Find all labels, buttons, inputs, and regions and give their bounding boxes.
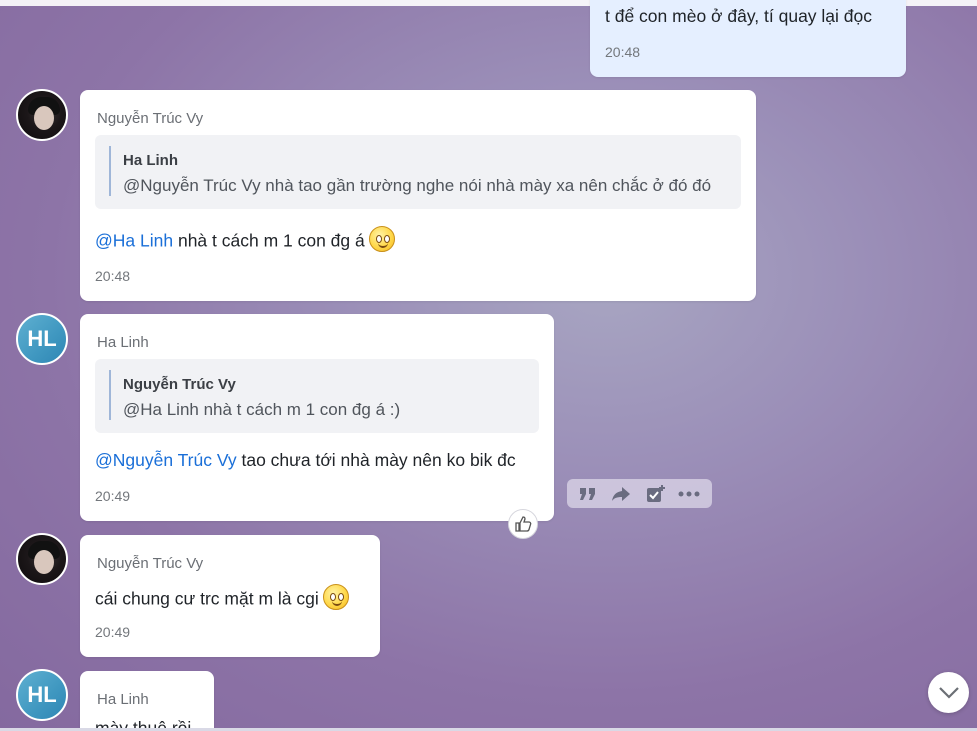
mention-link[interactable]: @Nguyễn Trúc Vy [95, 450, 237, 470]
message-bubble[interactable]: Ha Linh mày thuê rồi [80, 671, 214, 731]
quote-icon[interactable] [575, 482, 601, 505]
quote-text: @Ha Linh nhà t cách m 1 con đg á :) [123, 400, 401, 419]
message-time: 20:48 [605, 44, 641, 60]
message-bubble[interactable]: Nguyễn Trúc Vy Ha Linh @Nguyễn Trúc Vy n… [80, 90, 756, 301]
avatar-ha-linh[interactable]: HL [16, 313, 68, 365]
message-text: cái chung cư trc mặt m là cgi [95, 588, 319, 609]
add-task-icon[interactable] [643, 482, 669, 505]
avatar-ha-linh[interactable]: HL [16, 669, 68, 721]
message-time: 20:49 [95, 488, 131, 504]
message-time: 20:49 [95, 624, 131, 640]
message-content: cái chung cư trc mặt m là cgi [95, 584, 349, 613]
mention-link[interactable]: @Ha Linh [95, 231, 173, 251]
quote-text: @Nguyễn Trúc Vy nhà tao gần trường nghe … [123, 176, 712, 195]
message-content: @Ha Linh nhà t cách m 1 con đg á [95, 226, 395, 255]
message-text: tao chưa tới nhà mày nên ko bik đc [236, 450, 516, 470]
quote-author: Nguyễn Trúc Vy [123, 376, 236, 393]
quote-author: Ha Linh [123, 152, 178, 169]
sender-name: Nguyễn Trúc Vy [97, 555, 204, 572]
quote-bar [109, 370, 111, 420]
quote-bar [109, 146, 111, 196]
sender-name: Nguyễn Trúc Vy [97, 110, 204, 127]
forward-icon[interactable] [608, 482, 634, 505]
sender-name: Ha Linh [97, 691, 149, 708]
message-text: nhà t cách m 1 con đg á [173, 230, 365, 251]
message-text: t để con mèo ở đây, tí quay lại đọc [605, 6, 872, 26]
quoted-message[interactable]: Ha Linh @Nguyễn Trúc Vy nhà tao gần trườ… [95, 135, 741, 209]
thumbs-up-icon[interactable] [508, 509, 538, 539]
smile-emoji-icon [368, 226, 395, 252]
quoted-message[interactable]: Nguyễn Trúc Vy @Ha Linh nhà t cách m 1 c… [95, 359, 539, 433]
more-icon[interactable] [676, 482, 702, 505]
chevron-down-icon [938, 686, 959, 699]
message-bubble[interactable]: Nguyễn Trúc Vy cái chung cư trc mặt m là… [80, 535, 380, 657]
message-content: @Nguyễn Trúc Vy tao chưa tới nhà mày nên… [95, 450, 516, 471]
message-bubble[interactable]: Ha Linh Nguyễn Trúc Vy @Ha Linh nhà t cá… [80, 314, 554, 521]
avatar-nguyen-truc-vy[interactable] [16, 533, 68, 585]
message-time: 20:48 [95, 268, 131, 284]
smile-emoji-icon [322, 584, 349, 610]
message-action-toolbar [567, 479, 712, 508]
sender-name: Ha Linh [97, 334, 149, 351]
own-message-bubble[interactable]: t để con mèo ở đây, tí quay lại đọc 20:4… [590, 0, 906, 77]
avatar-nguyen-truc-vy[interactable] [16, 89, 68, 141]
scroll-to-bottom-button[interactable] [928, 672, 969, 713]
